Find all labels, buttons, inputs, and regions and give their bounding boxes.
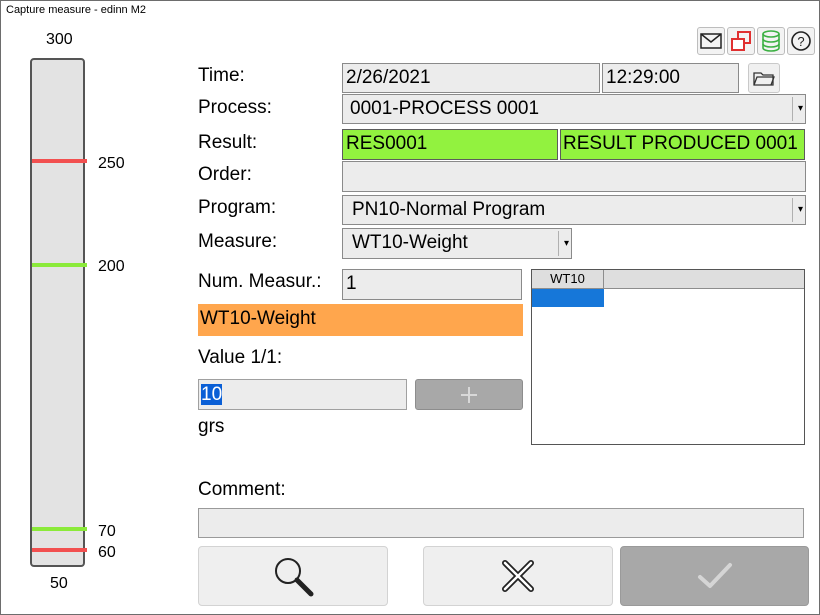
mail-button[interactable] <box>697 27 725 55</box>
comment-field[interactable] <box>198 508 804 538</box>
gauge-tick-70 <box>32 527 87 531</box>
cancel-button[interactable] <box>423 546 613 606</box>
value-input-text: 10 <box>201 384 223 405</box>
checkmark-icon <box>697 563 732 588</box>
gauge-tick-60 <box>32 548 87 552</box>
select-divider <box>558 231 559 256</box>
current-measure-banner: WT10-Weight <box>198 304 523 336</box>
windows-button[interactable] <box>727 27 755 55</box>
gauge-tick-200 <box>32 263 87 267</box>
help-button[interactable]: ? <box>787 27 815 55</box>
program-label: Program: <box>198 197 277 218</box>
result-code-field[interactable]: RES0001 <box>342 129 558 160</box>
database-button[interactable] <box>757 27 785 55</box>
open-folder-button[interactable] <box>748 63 780 93</box>
program-select[interactable]: PN10-Normal Program ▾ <box>342 195 806 225</box>
folder-icon <box>753 72 775 86</box>
database-icon <box>762 30 780 52</box>
measure-select[interactable]: WT10-Weight ▾ <box>342 228 572 259</box>
num-measur-label: Num. Measur.: <box>198 271 322 292</box>
result-label: Result: <box>198 132 258 153</box>
measure-label: Measure: <box>198 231 278 252</box>
select-divider <box>792 198 793 222</box>
gauge-tick-label: 70 <box>98 523 116 540</box>
windows-icon <box>731 31 751 51</box>
window-title: Capture measure - edinn M2 <box>6 4 147 16</box>
svg-text:?: ? <box>797 34 804 49</box>
measurement-gauge <box>30 58 85 567</box>
add-value-button[interactable] <box>415 379 523 410</box>
measures-grid[interactable]: WT10 <box>531 269 805 445</box>
measure-select-value: WT10-Weight <box>352 232 468 253</box>
grid-header: WT10 <box>532 270 804 289</box>
process-label: Process: <box>198 97 272 118</box>
search-button[interactable] <box>198 546 388 606</box>
plus-icon <box>461 386 477 403</box>
gauge-tick-250 <box>32 159 87 163</box>
confirm-button[interactable] <box>620 546 809 606</box>
num-measur-field[interactable]: 1 <box>342 269 522 300</box>
chevron-down-icon: ▾ <box>797 103 803 114</box>
value-label: Value 1/1: <box>198 347 283 368</box>
time-label: Time: <box>198 65 245 86</box>
process-select[interactable]: 0001-PROCESS 0001 ▾ <box>342 94 806 124</box>
date-field[interactable]: 2/26/2021 <box>342 63 600 93</box>
search-icon <box>275 558 314 597</box>
process-select-value: 0001-PROCESS 0001 <box>350 98 540 119</box>
mail-icon <box>700 33 722 49</box>
chevron-down-icon: ▾ <box>563 237 569 249</box>
help-icon: ? <box>791 31 811 51</box>
select-divider <box>792 97 793 121</box>
chevron-down-icon: ▾ <box>797 204 803 215</box>
gauge-max-label: 300 <box>46 31 73 48</box>
grid-column-header[interactable]: WT10 <box>532 270 604 288</box>
gauge-min-label: 50 <box>50 575 68 592</box>
unit-label: grs <box>198 416 225 437</box>
gauge-tick-label: 60 <box>98 544 116 561</box>
program-select-value: PN10-Normal Program <box>352 199 546 220</box>
result-name-field[interactable]: RESULT PRODUCED 0001 <box>560 129 805 160</box>
close-icon <box>502 560 534 592</box>
gauge-tick-label: 250 <box>98 155 125 172</box>
comment-label: Comment: <box>198 479 286 500</box>
value-input[interactable]: 10 <box>198 379 407 410</box>
order-field[interactable] <box>342 161 806 192</box>
grid-selected-cell[interactable] <box>532 289 604 307</box>
time-field[interactable]: 12:29:00 <box>602 63 739 93</box>
capture-measure-window: Capture measure - edinn M2 300 250 200 7… <box>0 0 820 615</box>
order-label: Order: <box>198 164 252 185</box>
gauge-tick-label: 200 <box>98 258 125 275</box>
